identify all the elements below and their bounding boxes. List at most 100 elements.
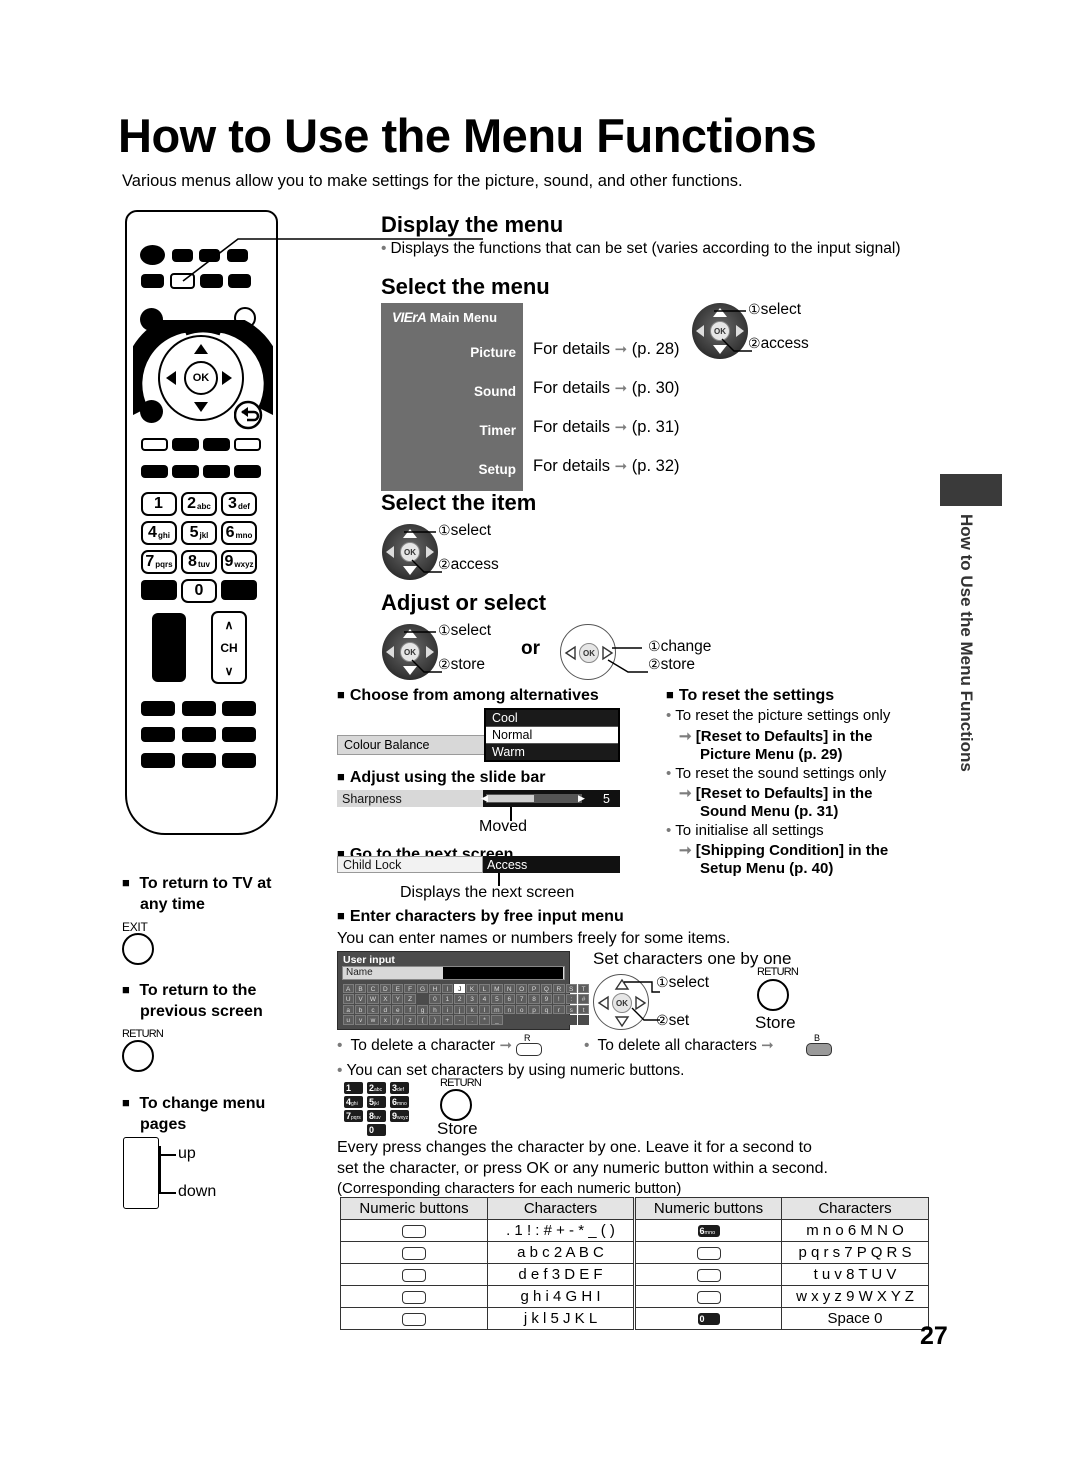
keyboard-key-G[interactable]: G <box>416 983 429 994</box>
keyboard-key-j[interactable]: j <box>454 1004 466 1015</box>
main-menu-item-timer[interactable]: Timer <box>381 423 523 438</box>
alternatives-option-box[interactable]: Cool Normal Warm <box>484 708 620 762</box>
keyboard-key-Q[interactable]: Q <box>540 983 553 994</box>
keyboard-key-c[interactable]: c <box>367 1004 379 1015</box>
callout-select-label: select <box>668 974 710 991</box>
keyboard-key-.[interactable]: . <box>466 1015 478 1025</box>
keyboard-key-M[interactable]: M <box>491 983 503 994</box>
keyboard-key-y[interactable]: y <box>392 1015 404 1025</box>
numeric-key-icon[interactable] <box>402 1268 426 1282</box>
keyboard-key-l[interactable]: l <box>478 1004 491 1015</box>
keyboard-key-)[interactable]: ) <box>429 1015 441 1025</box>
mini-key-8: 8 tuv <box>367 1110 386 1122</box>
keyboard-key-a[interactable]: a <box>342 1004 354 1015</box>
numeric-key-icon[interactable] <box>402 1290 426 1304</box>
keyboard-key-_[interactable]: _ <box>491 1015 503 1025</box>
keyboard-key-h[interactable]: h <box>429 1004 441 1015</box>
keyboard-key-e[interactable]: e <box>392 1004 404 1015</box>
keyboard-key-1[interactable]: 1 <box>441 994 454 1004</box>
keyboard-key-n[interactable]: n <box>503 1004 515 1015</box>
keyboard-key-U[interactable]: U <box>342 994 354 1004</box>
keyboard-key-7[interactable]: 7 <box>515 994 528 1004</box>
keyboard-key-D[interactable]: D <box>379 983 392 994</box>
keyboard-key-R[interactable]: R <box>553 983 565 994</box>
keyboard-key-([interactable]: ( <box>416 1015 429 1025</box>
keyboard-key-S[interactable]: S <box>565 983 577 994</box>
keyboard-key-u[interactable]: u <box>342 1015 354 1025</box>
keyboard-key-+[interactable]: + <box>441 1015 454 1025</box>
keyboard-key-9[interactable]: 9 <box>540 994 553 1004</box>
keyboard-key-5[interactable]: 5 <box>491 994 503 1004</box>
keyboard-key-O[interactable]: O <box>515 983 528 994</box>
keyboard-key-F[interactable]: F <box>404 983 416 994</box>
keyboard-key-6[interactable]: 6 <box>503 994 515 1004</box>
keyboard-key-Y[interactable]: Y <box>392 994 404 1004</box>
keyboard-key-8[interactable]: 8 <box>528 994 540 1004</box>
keyboard-key-I[interactable]: I <box>441 983 454 994</box>
keyboard-key-x[interactable]: x <box>379 1015 392 1025</box>
keyboard-key-t[interactable]: t <box>577 1004 590 1015</box>
keyboard-key-L[interactable]: L <box>478 983 491 994</box>
option-normal[interactable]: Normal <box>486 727 618 744</box>
keyboard-key-p[interactable]: p <box>528 1004 540 1015</box>
keyboard-key-P[interactable]: P <box>528 983 540 994</box>
numeric-key-icon[interactable] <box>696 1290 721 1304</box>
main-menu-item-picture[interactable]: Picture <box>381 345 523 360</box>
keyboard-key-z[interactable]: z <box>404 1015 416 1025</box>
keyboard-key-![interactable]: ! <box>553 994 565 1004</box>
keyboard-key-E[interactable]: E <box>392 983 404 994</box>
keyboard-key-0[interactable]: 0 <box>429 994 441 1004</box>
keyboard-key-W[interactable]: W <box>367 994 379 1004</box>
numeric-key-icon[interactable]: 0 <box>697 1313 720 1326</box>
user-input-name-field[interactable] <box>443 967 563 979</box>
keyboard-key-w[interactable]: w <box>367 1015 379 1025</box>
option-warm[interactable]: Warm <box>486 744 618 760</box>
osd-action-access[interactable]: Access <box>487 858 527 872</box>
keyboard-key-q[interactable]: q <box>540 1004 553 1015</box>
remote-dpad-right-icon <box>222 371 232 385</box>
numeric-key-icon[interactable] <box>696 1268 721 1282</box>
keyboard-key-f[interactable]: f <box>404 1004 416 1015</box>
onscreen-keyboard[interactable]: A B C D E F G H I J K L M N O P Q R S T U V W X Y Z 0 1 2 3 4 5 6 7 8 9!: # a… <box>342 983 590 1025</box>
numeric-key-icon[interactable] <box>696 1246 721 1260</box>
keyboard-key-X[interactable]: X <box>379 994 392 1004</box>
keyboard-key-H[interactable]: H <box>429 983 441 994</box>
numeric-key-icon[interactable] <box>402 1224 426 1238</box>
main-menu-item-sound[interactable]: Sound <box>381 384 523 399</box>
keyboard-key-Z[interactable]: Z <box>404 994 416 1004</box>
keyboard-key-N[interactable]: N <box>503 983 515 994</box>
option-cool[interactable]: Cool <box>486 710 618 727</box>
keyboard-key-k[interactable]: k <box>466 1004 478 1015</box>
keyboard-key-m[interactable]: m <box>491 1004 503 1015</box>
slide-bar-right-arrow-icon[interactable]: ▶ <box>578 793 585 804</box>
keyboard-key-C[interactable]: C <box>367 983 379 994</box>
slide-bar-left-arrow-icon[interactable]: ◀ <box>481 793 488 804</box>
keyboard-key-o[interactable]: o <box>515 1004 528 1015</box>
keyboard-key-A[interactable]: A <box>342 983 354 994</box>
keyboard-key-B[interactable]: B <box>354 983 367 994</box>
numeric-key-icon[interactable] <box>402 1246 426 1260</box>
blue-button-icon[interactable] <box>806 1043 832 1056</box>
numeric-key-icon[interactable] <box>402 1312 426 1326</box>
keyboard-key-d[interactable]: d <box>379 1004 392 1015</box>
keyboard-key-K[interactable]: K <box>466 983 478 994</box>
keyboard-key-b[interactable]: b <box>354 1004 367 1015</box>
keyboard-key-*[interactable]: * <box>478 1015 491 1025</box>
red-button-icon[interactable] <box>516 1043 542 1056</box>
main-menu-item-setup[interactable]: Setup <box>381 462 523 477</box>
keyboard-key-3[interactable]: 3 <box>466 994 478 1004</box>
keyboard-key--[interactable]: - <box>454 1015 466 1025</box>
keyboard-key-2[interactable]: 2 <box>454 994 466 1004</box>
keyboard-key-#[interactable]: # <box>577 994 590 1004</box>
keyboard-key-:[interactable]: : <box>565 994 577 1004</box>
keyboard-key-v[interactable]: v <box>354 1015 367 1025</box>
keyboard-key-4[interactable]: 4 <box>478 994 491 1004</box>
keyboard-key-r[interactable]: r <box>553 1004 565 1015</box>
keyboard-key-g[interactable]: g <box>416 1004 429 1015</box>
keyboard-key-J[interactable]: J <box>454 983 466 994</box>
keyboard-key-V[interactable]: V <box>354 994 367 1004</box>
keyboard-key-i[interactable]: i <box>441 1004 454 1015</box>
keyboard-key-s[interactable]: s <box>565 1004 577 1015</box>
numeric-key-icon[interactable]: 6mno <box>697 1225 720 1238</box>
keyboard-key-T[interactable]: T <box>577 983 590 994</box>
